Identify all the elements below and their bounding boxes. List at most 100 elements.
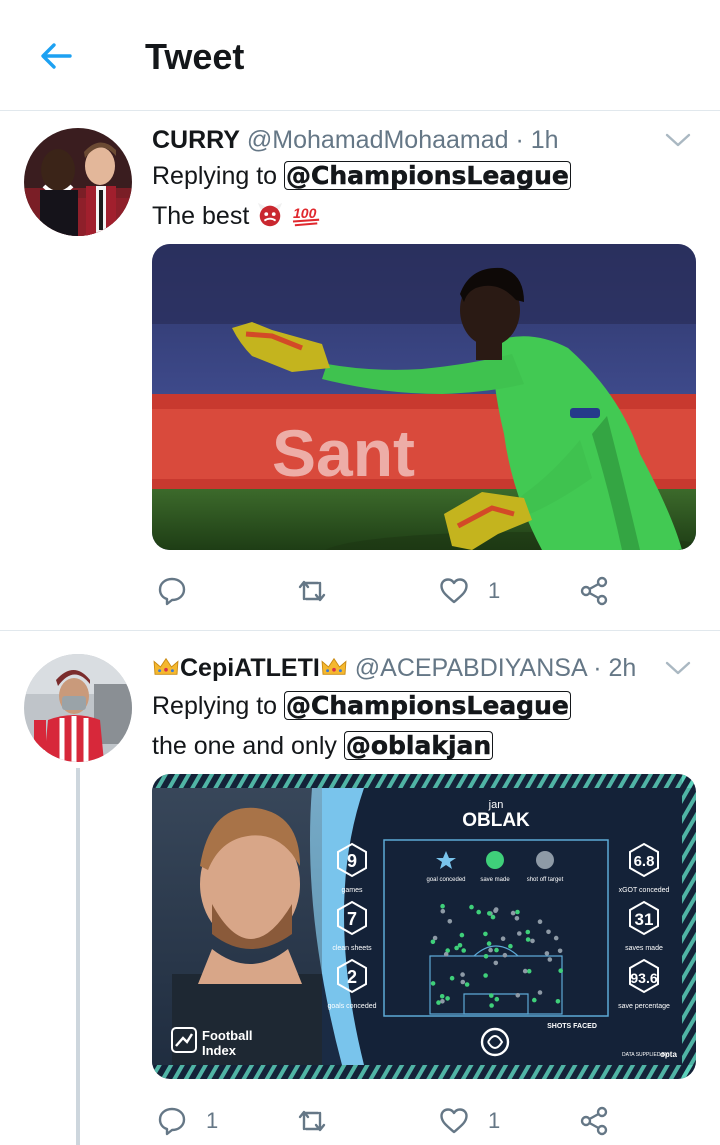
replying-to: Replying to @ChampionsLeague xyxy=(152,690,571,722)
display-name[interactable]: CURRY xyxy=(152,126,240,154)
banner-text: Sant xyxy=(272,416,415,490)
like-button[interactable]: 1 xyxy=(438,1101,500,1141)
handle[interactable]: @ACEPABDIYANSA xyxy=(355,654,586,682)
shot-dot xyxy=(553,935,559,941)
shot-dot xyxy=(459,932,465,938)
shot-dot xyxy=(544,951,550,956)
comment-icon xyxy=(158,1107,186,1136)
shot-dot xyxy=(557,948,563,954)
shot-dot xyxy=(440,999,445,1004)
shot-dot xyxy=(489,1003,494,1008)
data-brand: opta xyxy=(660,1050,677,1059)
like-button[interactable]: 1 xyxy=(438,571,500,611)
avatar[interactable] xyxy=(24,128,132,236)
shot-dot xyxy=(522,968,528,974)
stat-label: save percentage xyxy=(618,1003,670,1010)
stat-label: goals conceded xyxy=(327,1003,376,1010)
crown-emoji xyxy=(153,657,179,675)
shot-dot xyxy=(488,947,493,953)
stat-value: 9 xyxy=(347,851,357,871)
shots-title: SHOTS FACED xyxy=(547,1023,597,1030)
chevron-down-icon xyxy=(665,133,691,147)
timestamp[interactable]: 1h xyxy=(531,126,559,154)
shot-dot xyxy=(476,909,482,915)
retweet-button[interactable] xyxy=(296,571,346,611)
tweet-text: The best 100 xyxy=(152,200,323,232)
shot-dot xyxy=(460,972,465,977)
shot-dot xyxy=(490,914,496,920)
tweet-body: the one and only xyxy=(152,732,337,760)
back-button[interactable] xyxy=(36,36,76,76)
share-button[interactable] xyxy=(578,1101,610,1141)
tweet-text: the one and only @oblakjan xyxy=(152,730,494,762)
thread-line xyxy=(76,768,80,1145)
timestamp[interactable]: 2h xyxy=(608,654,636,682)
player-last-name: OBLAK xyxy=(462,810,530,831)
stat-label: games xyxy=(341,887,363,894)
shot-dot xyxy=(526,968,532,974)
stat-label: clean sheets xyxy=(332,945,372,952)
stat-value: 93.6 xyxy=(630,970,657,986)
shot-dot xyxy=(483,931,488,937)
reply-mention-link[interactable]: @ChampionsLeague xyxy=(284,161,571,190)
brand-line-2: Index xyxy=(202,1043,237,1058)
display-name[interactable]: CepiATLETI xyxy=(180,654,320,682)
avatar[interactable] xyxy=(24,654,132,762)
shot-dot xyxy=(508,943,513,949)
heart-icon xyxy=(440,1108,468,1134)
shot-dot xyxy=(430,981,436,986)
arrow-left-icon xyxy=(41,43,72,69)
stat-value: 2 xyxy=(347,967,357,987)
replying-to-label: Replying to xyxy=(152,162,278,190)
shot-dot xyxy=(449,975,455,981)
shot-dot xyxy=(546,929,551,935)
tweet-author-line: CepiATLETI @ACEPABDIYANSA · 2h xyxy=(152,652,636,684)
tweet[interactable]: CURRY @MohamadMohaamad · 1h Replying to … xyxy=(0,111,720,631)
shot-dot xyxy=(445,996,450,1001)
page-title: Tweet xyxy=(145,36,245,77)
retweet-icon xyxy=(298,1110,326,1132)
shot-dot xyxy=(489,993,494,998)
reply-mention-link[interactable]: @ChampionsLeague xyxy=(284,691,571,720)
separator: · xyxy=(593,654,602,682)
shot-dot xyxy=(525,937,531,942)
shot-dot xyxy=(532,997,537,1003)
handle[interactable]: @MohamadMohaamad xyxy=(247,126,509,154)
brand-line-1: Football xyxy=(202,1028,253,1043)
comment-icon xyxy=(158,577,186,606)
reply-button[interactable]: 1 xyxy=(156,1101,218,1141)
replying-to: Replying to @ChampionsLeague xyxy=(152,160,571,192)
shot-dot xyxy=(510,910,516,916)
tweet[interactable]: CepiATLETI @ACEPABDIYANSA · 2h Replying … xyxy=(0,631,720,1145)
legend-label: save made xyxy=(480,877,510,883)
stat-value: 31 xyxy=(635,910,654,929)
shot-dot xyxy=(460,979,466,985)
shot-dot xyxy=(537,919,543,924)
shot-dot xyxy=(461,948,467,953)
shot-dot xyxy=(440,903,445,909)
shot-dot xyxy=(502,952,508,958)
stat-value: 7 xyxy=(347,909,357,929)
tweet-photo[interactable]: Football Index jan OBLAK 9 games 7 clean… xyxy=(152,774,696,1079)
shot-dot xyxy=(483,973,488,978)
shot-dot xyxy=(517,931,522,936)
like-count: 1 xyxy=(488,1108,501,1133)
separator: · xyxy=(515,126,524,154)
legend-label: goal conceded xyxy=(426,877,465,883)
stat-value: 6.8 xyxy=(634,853,655,870)
share-icon xyxy=(580,1106,608,1136)
reply-button[interactable] xyxy=(156,571,206,611)
tweet-menu-button[interactable] xyxy=(664,658,692,678)
shot-dot xyxy=(486,941,492,946)
share-button[interactable] xyxy=(578,571,610,611)
svg-text:100: 100 xyxy=(293,205,317,221)
retweet-button[interactable] xyxy=(296,1101,346,1141)
shot-dot xyxy=(483,954,489,959)
replying-to-label: Replying to xyxy=(152,692,278,720)
body-mention-link[interactable]: @oblakjan xyxy=(343,731,494,760)
tweet-photo[interactable]: Sant xyxy=(152,244,696,550)
shot-dot xyxy=(558,968,563,973)
reply-count: 1 xyxy=(206,1108,219,1133)
tweet-menu-button[interactable] xyxy=(664,130,692,150)
hundred-points-emoji: 100 xyxy=(293,205,320,227)
